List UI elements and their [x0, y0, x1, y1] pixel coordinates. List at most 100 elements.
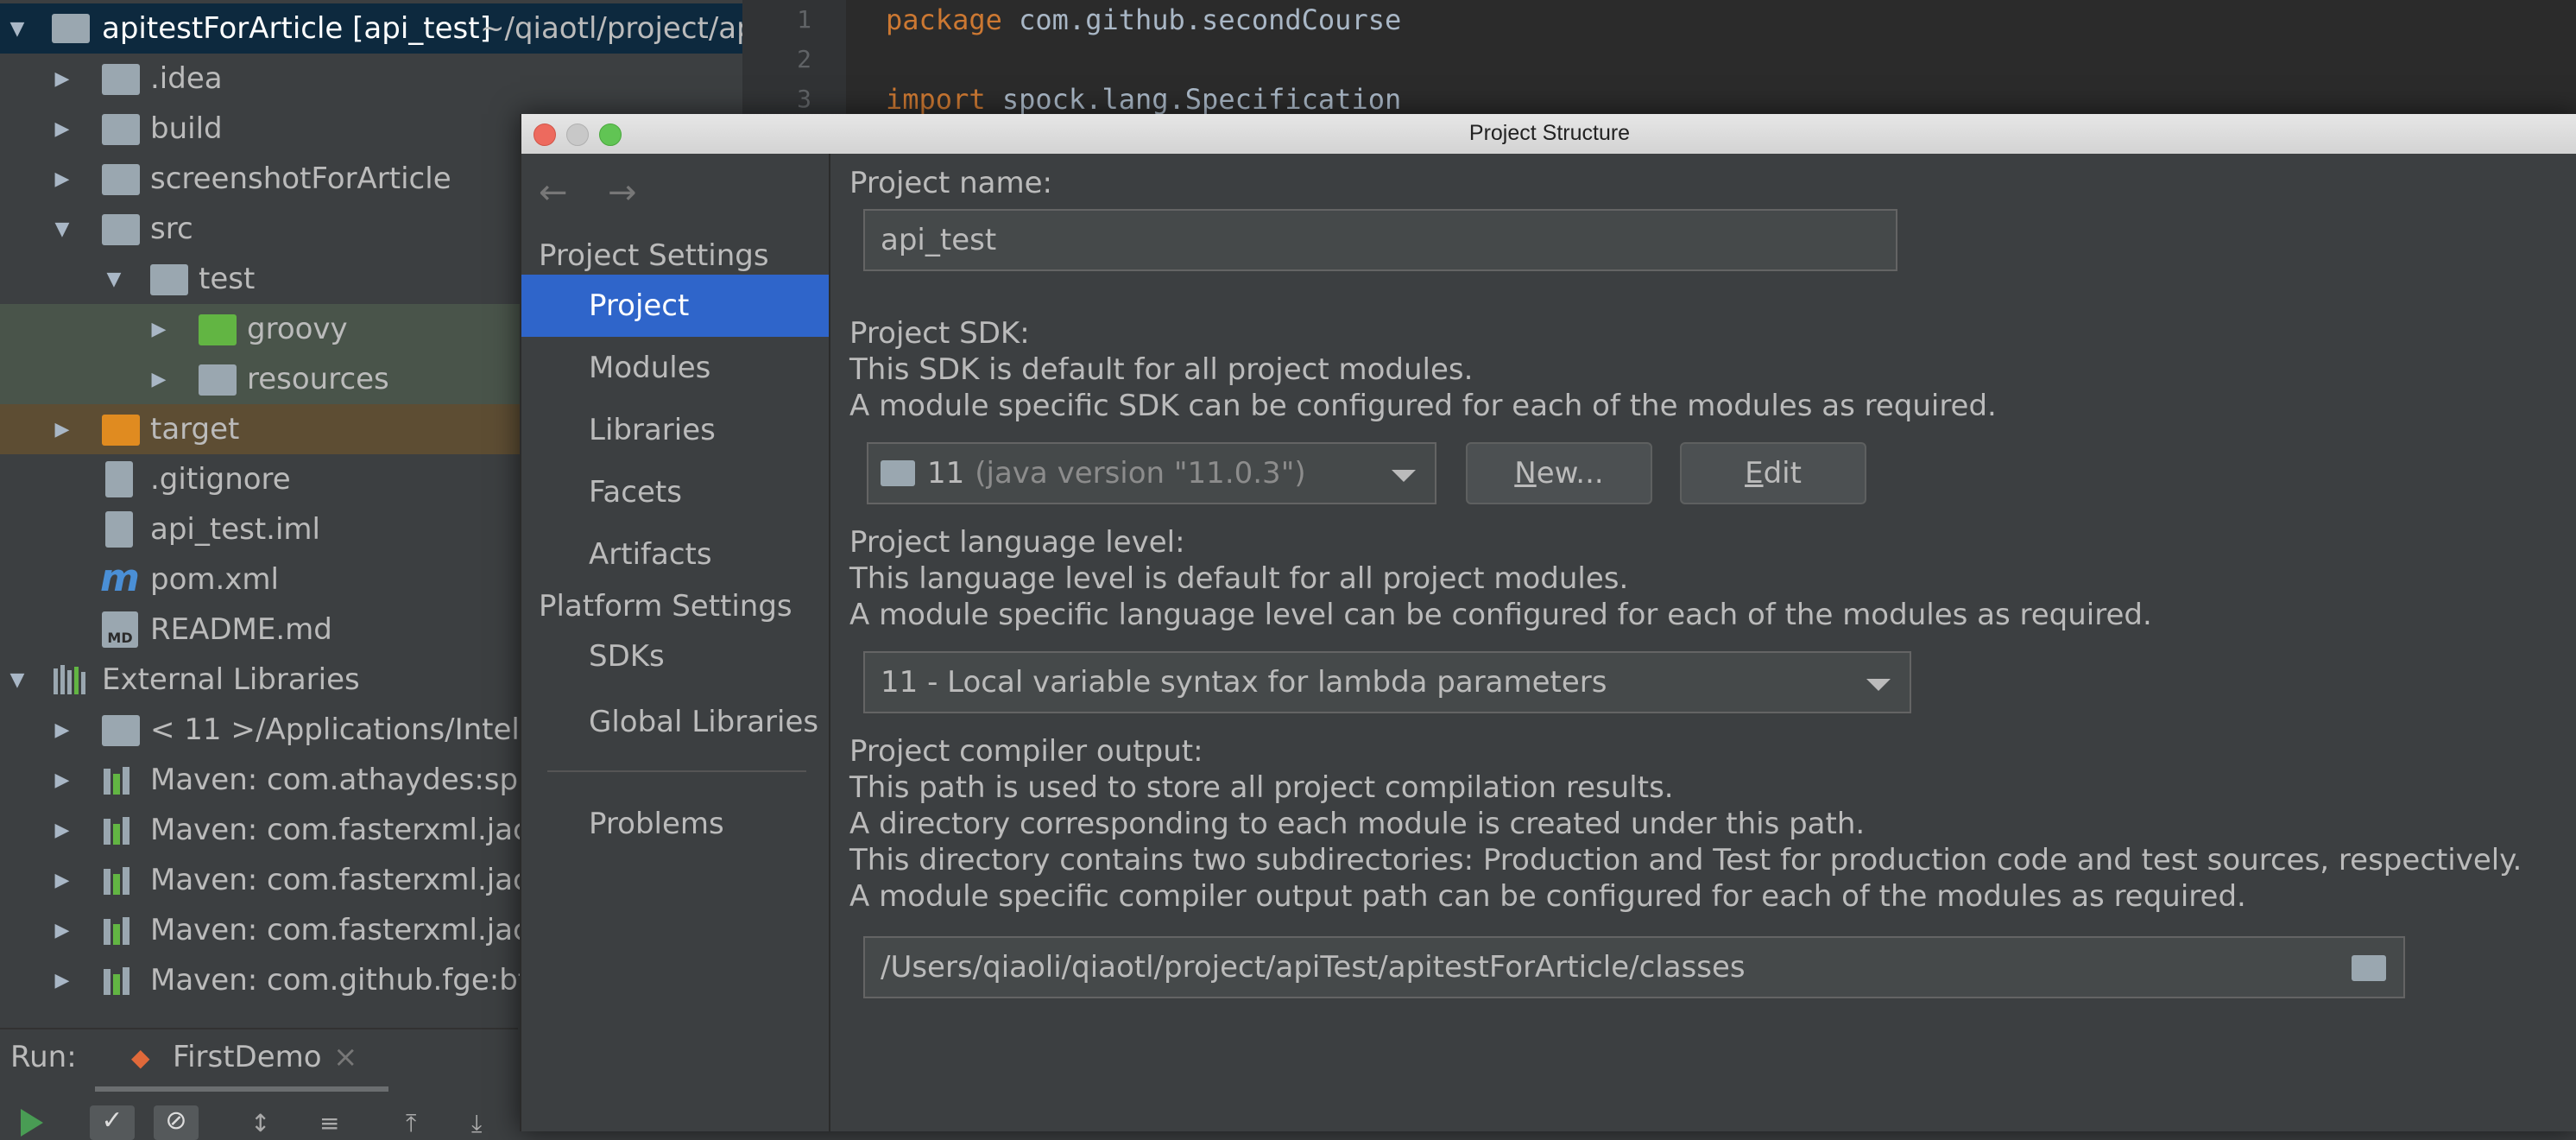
library-icon: [102, 865, 140, 896]
nav-divider: [547, 770, 806, 772]
run-tab-label[interactable]: FirstDemo: [173, 1040, 322, 1074]
dialog-sidebar: ← → Project Settings Project Modules Lib…: [521, 154, 830, 1131]
tree-item-label: Maven: com.fasterxml.jack: [150, 863, 546, 897]
chevron-right-icon[interactable]: ▶: [148, 319, 169, 340]
nav-item-sdks[interactable]: SDKs: [521, 625, 829, 687]
nav-item-problems[interactable]: Problems: [521, 793, 829, 855]
sort-duration-icon[interactable]: ≡: [319, 1109, 339, 1137]
project-sdk-label: Project SDK:: [849, 316, 1030, 351]
tree-item-idea[interactable]: ▶ .idea: [0, 54, 742, 104]
iml-file-icon: [105, 511, 133, 548]
folder-icon: [102, 214, 140, 245]
sdk-description-1: This SDK is default for all project modu…: [849, 352, 1474, 387]
collapse-all-icon[interactable]: ⤓: [471, 1109, 482, 1138]
browse-folder-icon[interactable]: [2352, 955, 2386, 981]
chevron-right-icon[interactable]: ▶: [52, 118, 73, 140]
nav-item-modules[interactable]: Modules: [521, 337, 829, 399]
compiler-output-label: Project compiler output:: [849, 734, 1203, 769]
excluded-folder-icon: [102, 415, 140, 446]
close-icon[interactable]: ×: [333, 1040, 358, 1074]
library-icon: [102, 915, 140, 947]
compiler-output-path: /Users/qiaoli/qiaotl/project/apiTest/api…: [881, 950, 1746, 985]
compiler-output-path-input[interactable]: /Users/qiaoli/qiaotl/project/apiTest/api…: [863, 936, 2405, 998]
edit-sdk-button[interactable]: Edit: [1680, 442, 1866, 504]
markdown-file-icon: MD: [102, 611, 138, 648]
stop-filter-icon[interactable]: ⊘: [154, 1105, 199, 1140]
language-level-description-2: A module specific language level can be …: [849, 598, 2152, 632]
chevron-right-icon[interactable]: ▶: [52, 920, 73, 941]
chevron-right-icon[interactable]: ▶: [52, 820, 73, 841]
jdk-folder-icon: [102, 715, 140, 746]
chevron-down-icon[interactable]: ▼: [7, 18, 28, 40]
nav-item-project[interactable]: Project: [521, 275, 829, 337]
check-icon[interactable]: ✓: [90, 1105, 135, 1140]
chevron-right-icon[interactable]: ▶: [52, 870, 73, 891]
tab-underline: [95, 1086, 388, 1092]
sdk-description-2: A module specific SDK can be configured …: [849, 389, 1997, 423]
language-level-select[interactable]: 11 - Local variable syntax for lambda pa…: [863, 651, 1911, 713]
run-tool-window: Run: ◆ FirstDemo × ✓ ⊘ ↕ ≡ ⤒ ⤓: [0, 1028, 518, 1140]
language-level-description-1: This language level is default for all p…: [849, 561, 1629, 596]
chevron-down-icon[interactable]: ▼: [104, 269, 124, 290]
chevron-right-icon[interactable]: ▶: [52, 719, 73, 741]
chevron-right-icon[interactable]: ▶: [52, 770, 73, 791]
chevron-right-icon[interactable]: ▶: [52, 970, 73, 991]
tree-item-label: pom.xml: [150, 562, 279, 597]
project-root-name: apitestForArticle [api_test]: [102, 11, 491, 46]
tree-item-path: /Applications/IntelliJ: [256, 712, 545, 747]
new-sdk-button[interactable]: New...: [1466, 442, 1652, 504]
mnemonic-n: N: [1514, 456, 1537, 491]
expand-all-icon[interactable]: ⤒: [406, 1109, 416, 1138]
tree-item-label: Maven: com.fasterxml.jack: [150, 913, 546, 947]
chevron-right-icon[interactable]: ▶: [52, 419, 73, 440]
project-name-input[interactable]: api_test: [863, 209, 1897, 271]
chevron-down-icon[interactable]: ▼: [52, 218, 73, 240]
tree-item-label: resources: [247, 362, 389, 396]
dialog-titlebar[interactable]: Project Structure: [521, 114, 2576, 155]
folder-icon: [102, 164, 140, 195]
module-folder-icon: [52, 14, 90, 43]
chevron-down-icon: [1392, 470, 1416, 482]
sdk-select[interactable]: 11 (java version "11.0.3"): [867, 442, 1436, 504]
language-level-value: 11 - Local variable syntax for lambda pa…: [881, 665, 1607, 700]
code-line[interactable]: import spock.lang.Specification: [886, 83, 1401, 116]
tree-root[interactable]: ▼ apitestForArticle [api_test] ~/qiaotl/…: [0, 3, 742, 54]
edit-button-label: dit: [1763, 456, 1802, 491]
library-icon: [52, 665, 90, 696]
resources-folder-icon: [199, 364, 237, 396]
tree-item-label: api_test.iml: [150, 512, 320, 547]
nav-item-libraries[interactable]: Libraries: [521, 399, 829, 461]
tree-item-label: README.md: [150, 612, 332, 647]
project-name-label: Project name:: [849, 166, 1053, 200]
line-number: 1: [797, 5, 811, 34]
gitignore-file-icon: [105, 461, 133, 497]
nav-item-global-libraries[interactable]: Global Libraries: [521, 691, 829, 753]
platform-settings-header: Platform Settings: [539, 589, 792, 624]
code-keyword: import: [886, 83, 986, 116]
back-arrow-icon[interactable]: ←: [539, 173, 568, 212]
code-line[interactable]: package com.github.secondCourse: [886, 3, 1401, 36]
forward-arrow-icon[interactable]: →: [608, 173, 637, 212]
source-folder-icon: [199, 314, 237, 345]
tree-item-label: Maven: com.fasterxml.jack: [150, 813, 546, 847]
nav-item-artifacts[interactable]: Artifacts: [521, 523, 829, 586]
compiler-output-description-1: This path is used to store all project c…: [849, 770, 1674, 805]
chevron-down-icon[interactable]: ▼: [7, 669, 28, 691]
library-icon: [102, 765, 140, 796]
dialog-title: Project Structure: [1468, 121, 1631, 145]
chevron-right-icon[interactable]: ▶: [148, 369, 169, 390]
chevron-right-icon[interactable]: ▶: [52, 168, 73, 190]
line-number: 2: [797, 45, 811, 73]
run-label: Run:: [10, 1040, 77, 1074]
code-text: com.github.secondCourse: [1001, 3, 1402, 36]
nav-item-facets[interactable]: Facets: [521, 461, 829, 523]
chevron-right-icon[interactable]: ▶: [52, 68, 73, 90]
sort-alpha-icon[interactable]: ↕: [250, 1109, 270, 1137]
tree-item-label: .gitignore: [150, 462, 291, 497]
jdk-folder-icon: [881, 460, 915, 486]
project-structure-dialog: Project Structure ← → Project Settings P…: [520, 114, 2576, 1131]
play-icon[interactable]: [21, 1109, 43, 1137]
tree-item-label: External Libraries: [102, 662, 360, 697]
folder-icon: [102, 64, 140, 95]
tree-item-label: target: [150, 412, 240, 446]
